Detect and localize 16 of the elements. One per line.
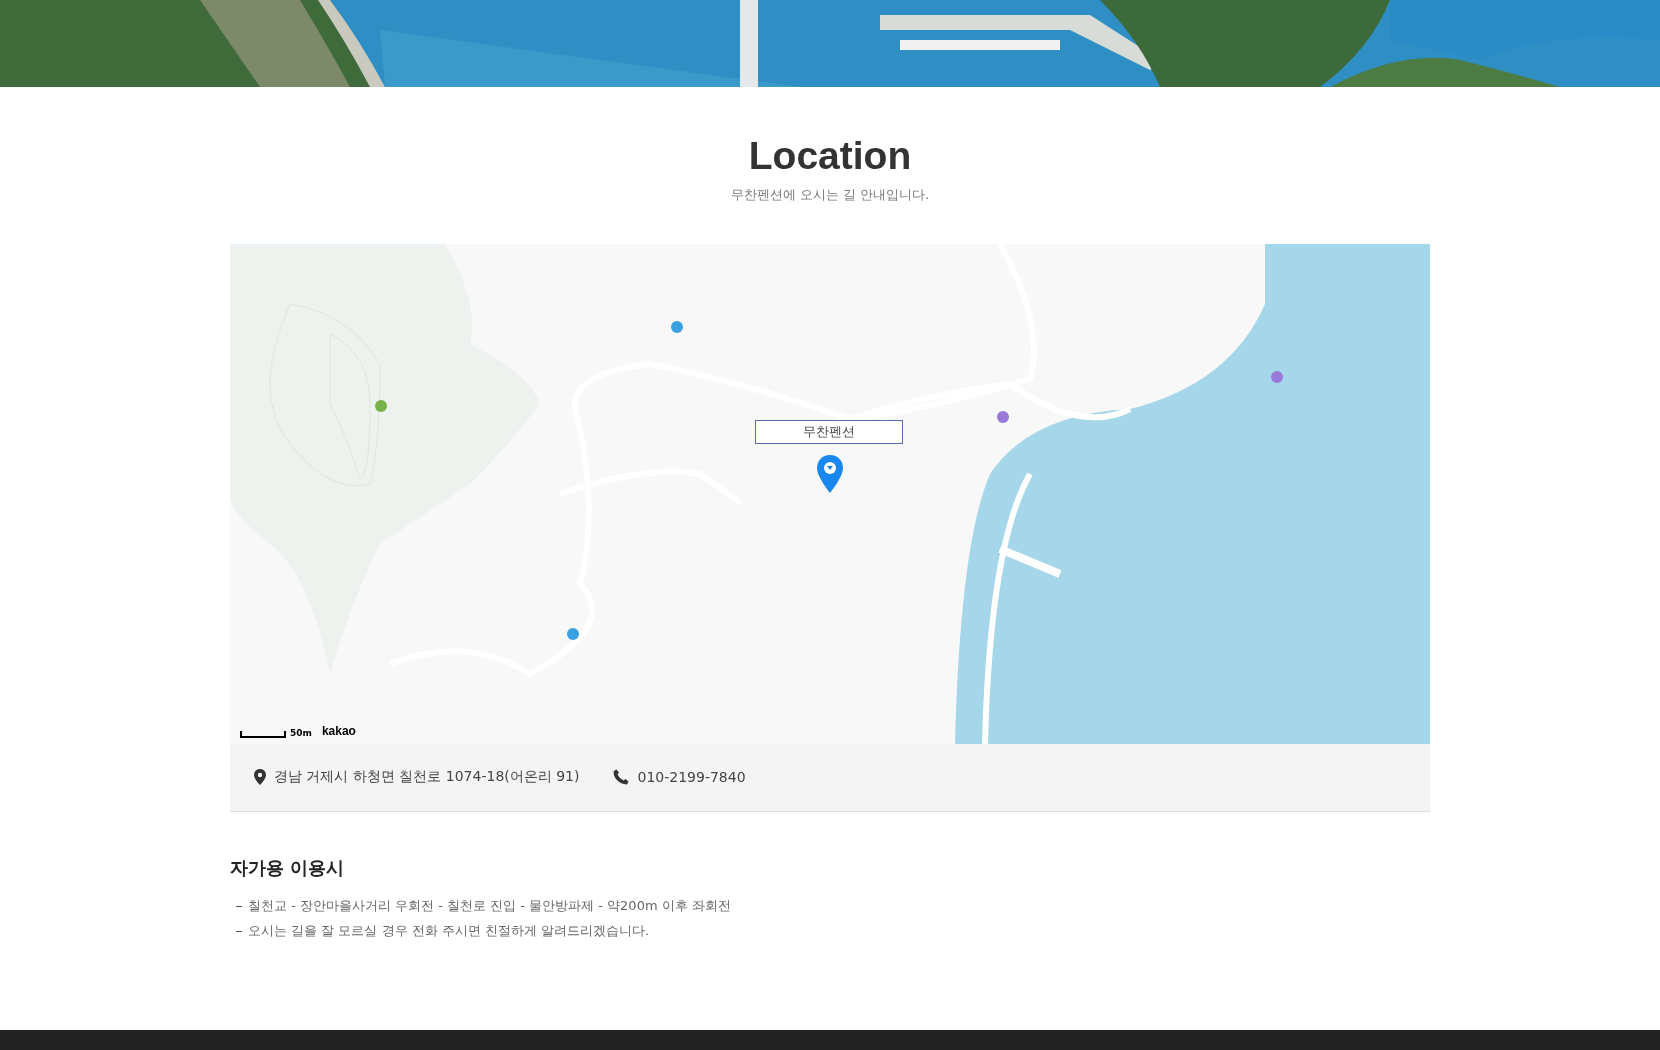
map-brand: kakao: [321, 723, 356, 738]
marker-label[interactable]: 무찬펜션: [755, 419, 903, 444]
directions-title: 자가용 이용시: [230, 855, 345, 880]
address-text: 경남 거제시 하청면 칠천로 1074-18(어온리 91): [274, 768, 580, 787]
phone-icon: [613, 769, 630, 786]
map-pin-icon[interactable]: [816, 453, 844, 494]
dash-icon: [236, 930, 242, 933]
dash-icon: [236, 905, 242, 908]
directions-text: 오시는 길을 잘 모르실 경우 전화 주시면 친절하게 알려드리겠습니다.: [248, 922, 650, 941]
phone-number: 010-2199-7840: [637, 769, 746, 786]
scale-label: 50m: [290, 727, 312, 738]
section-title: Location: [748, 133, 912, 179]
section-subtitle: 무찬펜션에 오시는 길 안내입니다.: [730, 185, 930, 204]
directions-text: 칠천교 - 장안마을사거리 우회전 - 칠천로 진입 - 물안방파제 - 약200m 이후 좌회전: [248, 897, 731, 916]
scale-bar-icon: [240, 729, 286, 738]
location-pin-icon: [254, 769, 266, 786]
